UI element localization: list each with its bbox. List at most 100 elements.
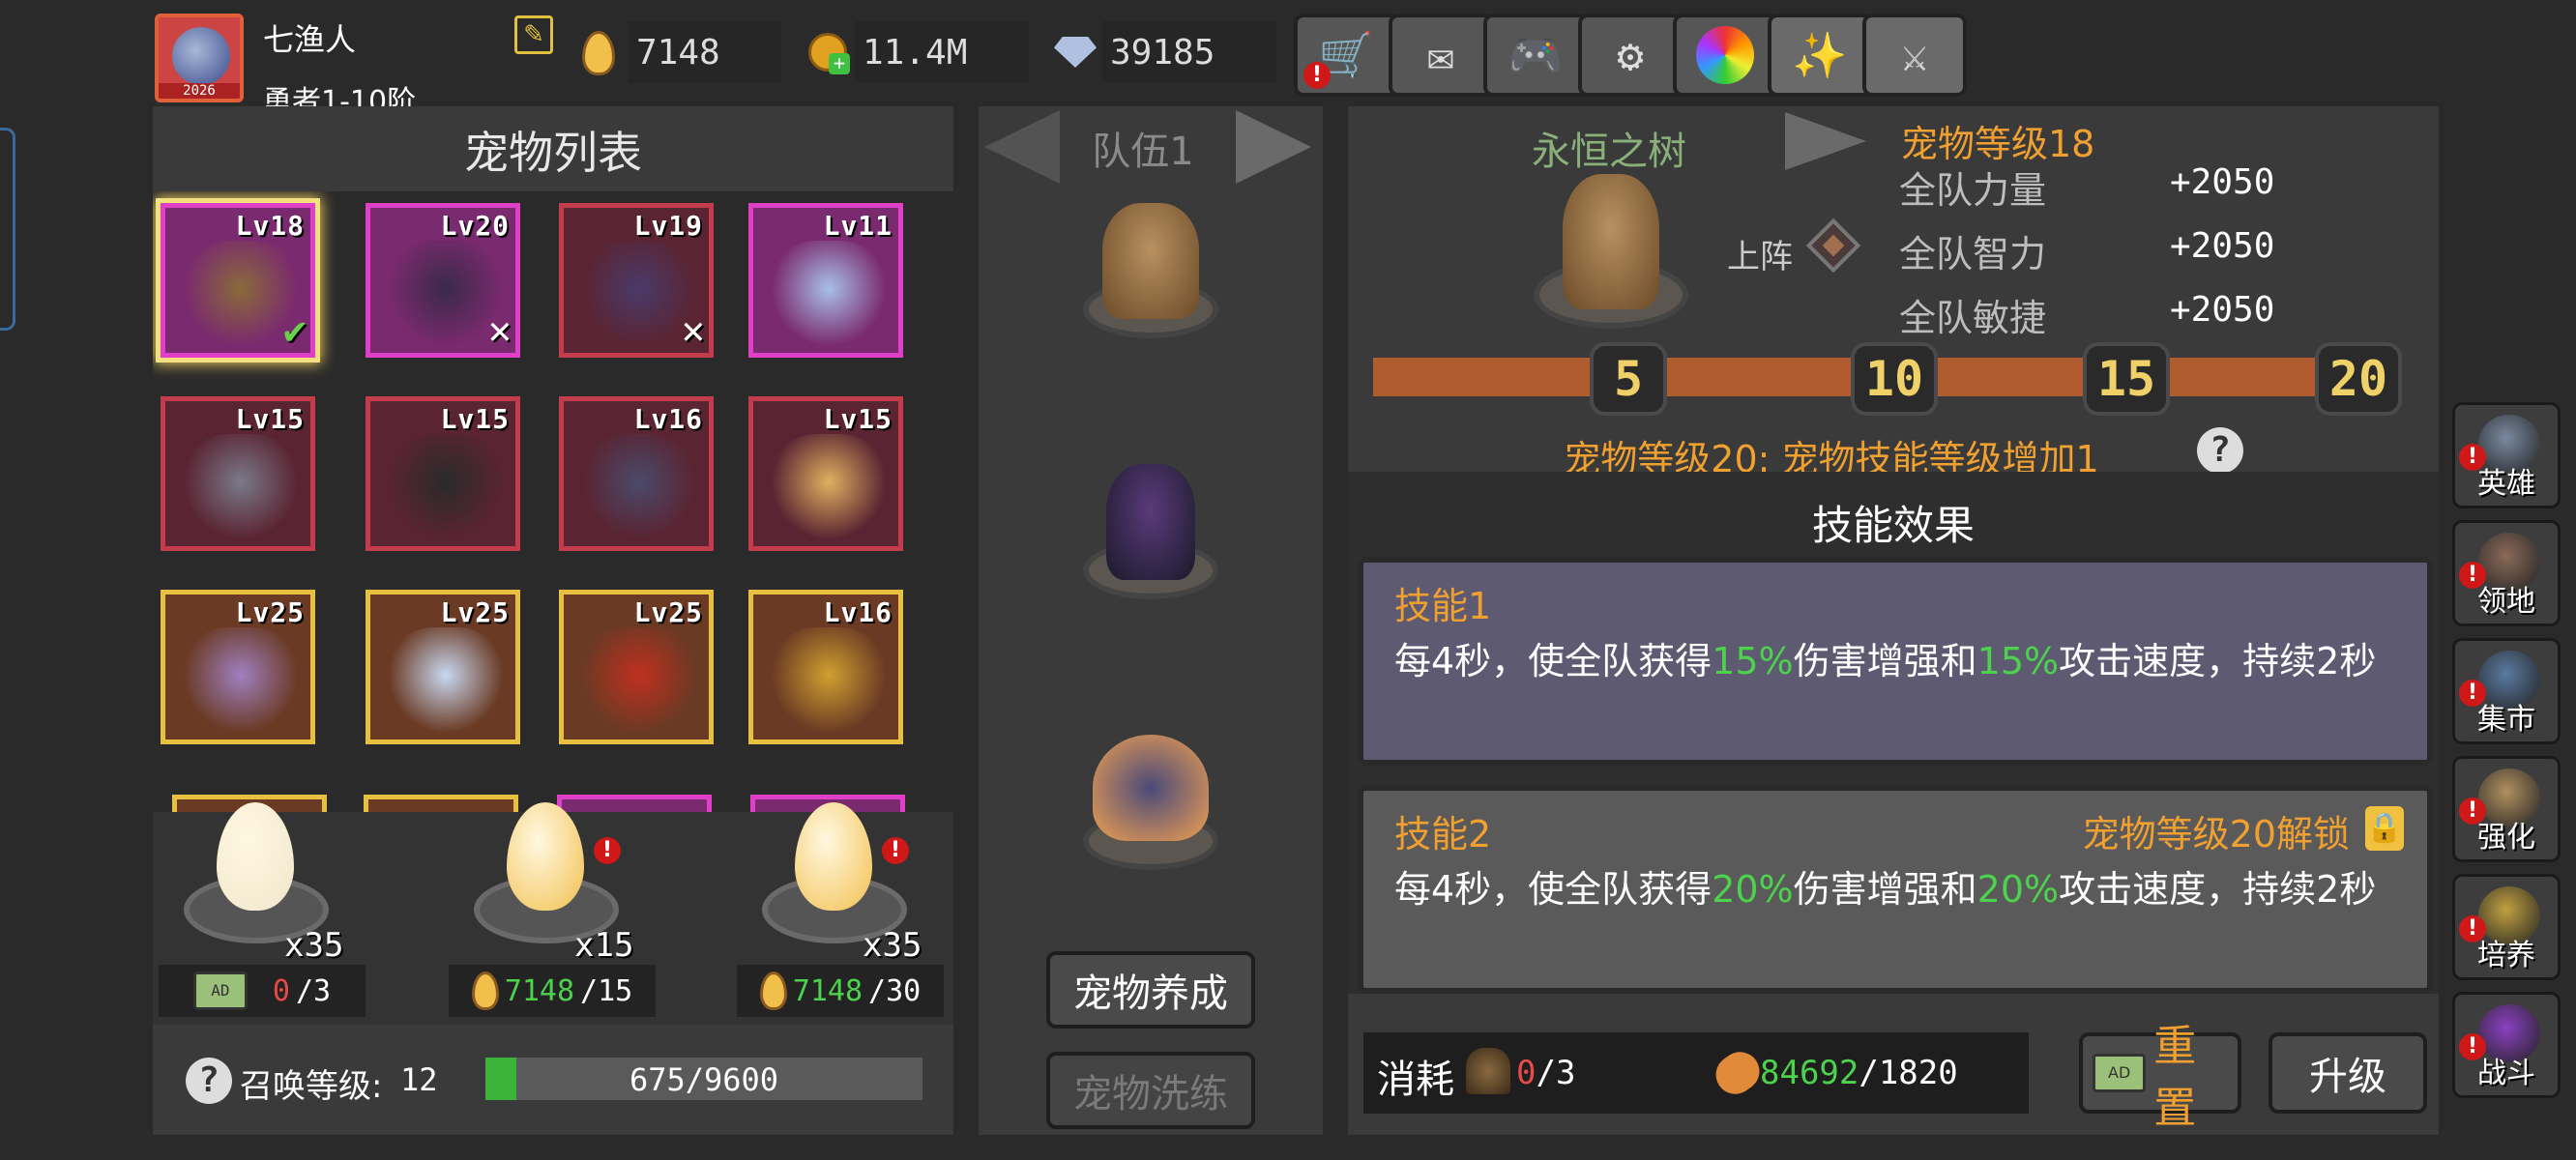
egg-count: x15 (574, 926, 634, 965)
side-menu-label: 英雄 (2477, 467, 2535, 501)
egg-count: x35 (284, 926, 344, 965)
team-slot-2[interactable] (1073, 464, 1228, 599)
cost-need: /3 (295, 973, 332, 1008)
pet-card-partial[interactable] (557, 795, 712, 812)
ad-video-icon: AD (2093, 1054, 2147, 1092)
cost-have: 7148 (504, 973, 575, 1008)
skill-desc: 每4秒，使全队获得20%伤害增强和20%攻击速度，持续2秒 (1394, 868, 2377, 911)
skill-lock-text: 宠物等级20解锁 (2082, 813, 2350, 856)
pet-level-badge: Lv25 (440, 596, 510, 628)
level-milestone: 15 (2083, 342, 2170, 416)
side-menu-label: 领地 (2477, 585, 2535, 619)
pet-level-badge: Lv16 (633, 403, 703, 435)
side-menu-portal[interactable]: ! 战斗 (2452, 992, 2561, 1098)
cost-have: 7148 (792, 973, 864, 1008)
pet-level-badge: Lv16 (823, 596, 893, 628)
pet-grid[interactable]: Lv18 ✔ Lv20 ✕ Lv19 ✕ Lv11 Lv15 Lv15 Lv16 Lv15 Lv25 L… (153, 191, 953, 812)
swords-disabled-icon[interactable]: ⚔ (1862, 14, 1967, 97)
side-menu-market[interactable]: ! 集市 (2452, 638, 2561, 744)
fireworks-icon[interactable]: ✨ (1768, 14, 1872, 97)
diamond-plus-icon[interactable] (1054, 37, 1097, 68)
summon-progress-bar: 675/9600 (485, 1058, 922, 1100)
ad-video-icon: AD (192, 972, 248, 1010)
upgrade-button[interactable]: 升级 (2269, 1032, 2427, 1114)
pet-card[interactable]: Lv19 ✕ (559, 203, 714, 358)
pet-card[interactable]: Lv15 (366, 396, 520, 551)
deploy-label: 上阵 (1727, 238, 1793, 276)
cost-label: 消耗 (1377, 1058, 1454, 1102)
gear-icon[interactable]: ⚙ (1578, 14, 1683, 97)
help-icon[interactable]: ? (2197, 427, 2243, 474)
alert-badge: ! (594, 837, 621, 864)
gold-counter: 11.4M (855, 21, 1029, 83)
pet-card-partial[interactable] (364, 795, 518, 812)
pet-portrait-treant (183, 241, 299, 347)
color-wheel-icon[interactable] (1673, 14, 1777, 97)
pet-card[interactable]: Lv15 (748, 396, 903, 551)
mail-icon[interactable]: ✉ (1389, 14, 1493, 97)
side-menu-helmet[interactable]: ! 英雄 (2452, 402, 2561, 508)
side-menu-crest[interactable]: ! 强化 (2452, 756, 2561, 862)
diamond-counter: 39185 (1102, 21, 1276, 83)
team-slot-1[interactable] (1073, 203, 1228, 338)
pet-status-mark: ✔ (282, 308, 307, 353)
pet-refine-button[interactable]: 宠物洗练 (1046, 1052, 1255, 1129)
egg-cost[interactable]: 7148/30 (737, 965, 944, 1017)
pet-list-title: 宠物列表 (464, 127, 642, 179)
treant-token-icon (1466, 1048, 1510, 1094)
stat-value: +2050 (2170, 226, 2275, 266)
pet-level-badge: Lv25 (633, 596, 703, 628)
player-avatar[interactable]: 2026 (155, 14, 244, 102)
skill-card-1: 技能1 每4秒，使全队获得15%伤害增强和15%攻击速度，持续2秒 (1358, 557, 2433, 766)
side-menu-castle[interactable]: ! 领地 (2452, 520, 2561, 626)
side-menu-label: 集市 (2477, 703, 2535, 737)
skills-title: 技能效果 (1811, 502, 1975, 549)
pet-card[interactable]: Lv16 (559, 396, 714, 551)
pet-name: 永恒之树 (1532, 130, 1686, 174)
pet-card[interactable]: Lv15 (161, 396, 315, 551)
lock-icon: 🔒 (2365, 806, 2404, 851)
alert-badge: ! (882, 837, 909, 864)
egg-icon (471, 972, 499, 1010)
help-icon[interactable]: ? (186, 1058, 232, 1104)
pet-level-badge: Lv11 (823, 210, 893, 242)
pet-card[interactable]: Lv18 ✔ (161, 203, 315, 358)
cost-need: /30 (868, 973, 922, 1008)
avatar-year: 2026 (159, 83, 240, 99)
cost-1: 0/3 (1516, 1054, 1576, 1092)
pet-card[interactable]: Lv25 (366, 590, 520, 744)
summon-label: 召唤等级: (240, 1067, 383, 1106)
pet-card[interactable]: Lv16 (748, 590, 903, 744)
team-title: 队伍1 (1092, 130, 1194, 174)
pet-card[interactable]: Lv25 (161, 590, 315, 744)
side-menu-label: 培养 (2477, 939, 2535, 972)
skill-desc: 每4秒，使全队获得15%伤害增强和15%攻击速度，持续2秒 (1394, 640, 2377, 682)
pet-portrait-gargoyle (183, 434, 299, 540)
pet-level-badge: Lv18 (235, 210, 305, 242)
egg-counter: 7148 (629, 21, 781, 83)
reset-label: 重置 (2153, 1022, 2197, 1133)
egg-cost[interactable]: AD 0/3 (159, 965, 366, 1017)
pet-portrait-scorpion (183, 627, 299, 734)
egg-cost[interactable]: 7148/15 (449, 965, 656, 1017)
gold-plus-icon[interactable]: + (808, 33, 850, 74)
stat-label: 全队智力 (1899, 233, 2047, 276)
skill-card-2: 技能2 宠物等级20解锁 🔒 每4秒，使全队获得20%伤害增强和20%攻击速度，… (1358, 785, 2433, 994)
edit-name-icon[interactable]: ✎ (514, 15, 553, 54)
gamepad-icon[interactable]: 🎮 (1483, 14, 1588, 97)
pet-level-badge: Lv15 (440, 403, 510, 435)
pet-level-badge: Lv19 (633, 210, 703, 242)
team-slot-3[interactable] (1073, 735, 1228, 870)
edge-tab[interactable] (0, 128, 15, 331)
reset-button[interactable]: AD 重置 (2079, 1022, 2241, 1133)
level-milestone: 20 (2315, 342, 2402, 416)
side-menu-chalice[interactable]: ! 培养 (2452, 874, 2561, 980)
pet-portrait-gem-turtle (771, 627, 887, 734)
pet-card[interactable]: Lv20 ✕ (366, 203, 520, 358)
pet-portrait-bat (581, 241, 697, 347)
pet-card[interactable]: Lv25 (559, 590, 714, 744)
pet-card[interactable]: Lv11 (748, 203, 903, 358)
pet-train-button[interactable]: 宠物养成 (1046, 951, 1255, 1029)
shop-cart-icon[interactable]: 🛒! (1294, 14, 1398, 97)
egg-icon (759, 972, 787, 1010)
